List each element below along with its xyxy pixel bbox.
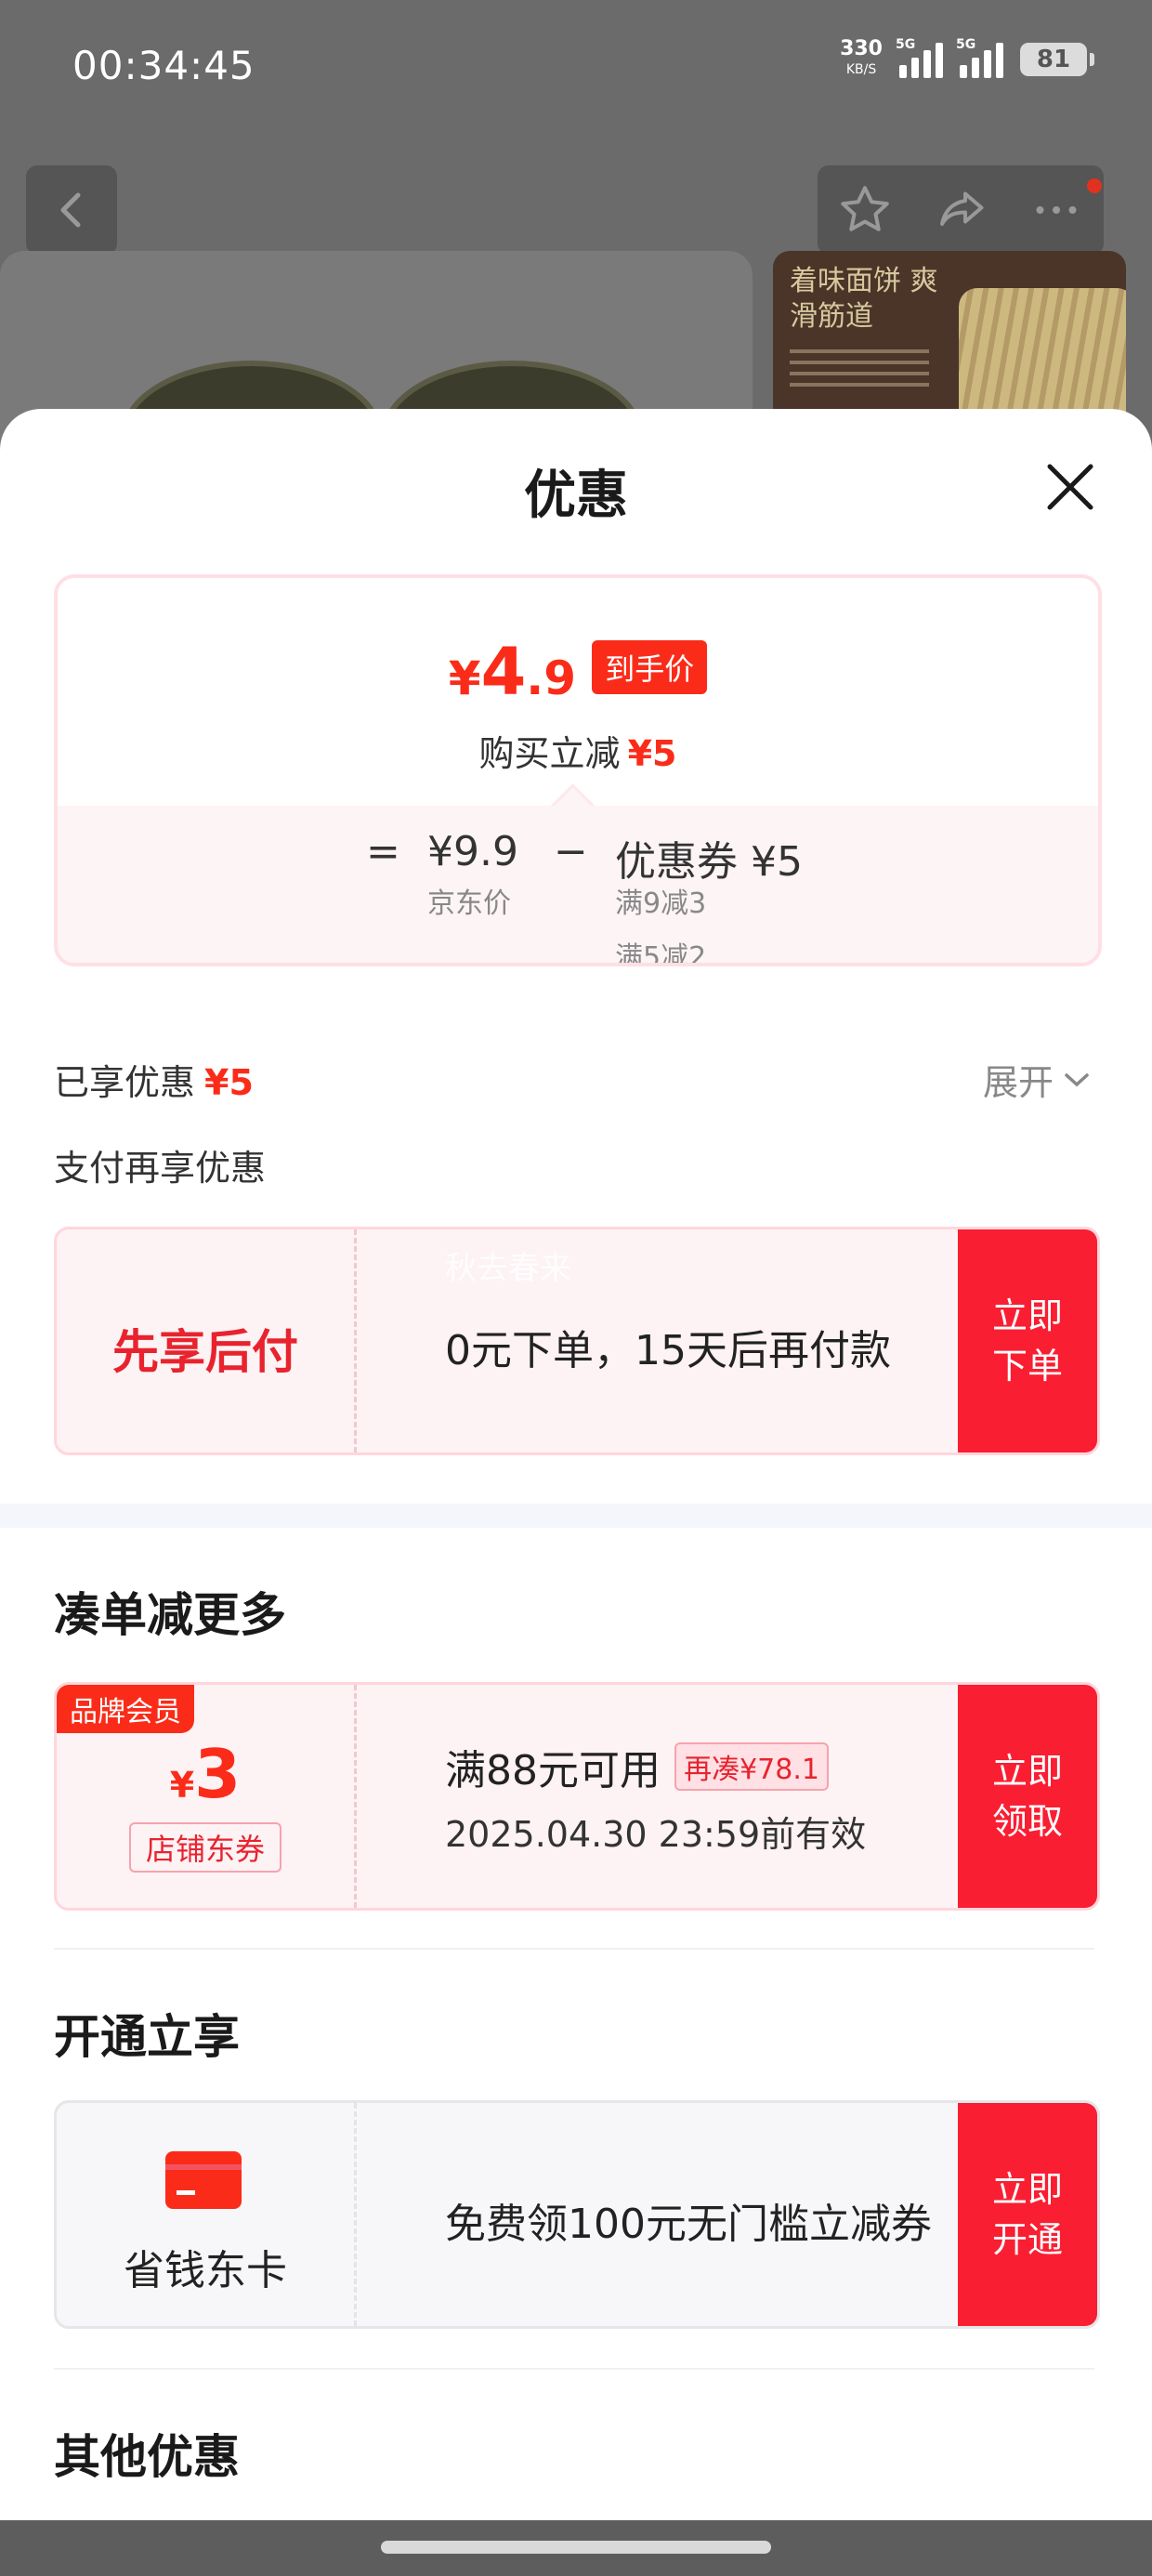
- section-divider: [0, 1504, 1152, 1528]
- status-bar: 00:34:45 330 KB/S 5G 5G 81: [0, 0, 1152, 139]
- store-coupon-body: 满88元可用 再凑¥78.1 2025.04.30 23:59前有效: [363, 1685, 958, 1908]
- pay-later-body: 秋去春来 0元下单，15天后再付款: [363, 1229, 958, 1452]
- claim-now-button[interactable]: 立即 领取: [958, 1685, 1097, 1908]
- back-button[interactable]: [26, 165, 117, 255]
- savings-card-desc: 免费领100元无门槛立减券: [445, 2201, 932, 2248]
- store-coupon-type: 店铺东券: [129, 1822, 281, 1873]
- store-coupon-left: 品牌会员 ¥3 店铺东券: [57, 1685, 357, 1908]
- claim-now-label: 立即 领取: [991, 1751, 1063, 1842]
- store-coupon-card: 品牌会员 ¥3 店铺东券 满88元可用 再凑¥78.1 2025.04.30 2…: [54, 1682, 1100, 1911]
- section-title-other: 其他优惠: [54, 2430, 240, 2484]
- network-speed-unit: KB/S: [845, 62, 877, 77]
- sheet-title: 优惠: [524, 466, 628, 526]
- thumbnail-text-lines: [790, 342, 948, 394]
- divider-line: [54, 1948, 1094, 1950]
- watermark: 秋去春来: [445, 1250, 571, 1287]
- price-formula: = ¥9.9 京东价 − 优惠券 ¥5 满9减3 满5减2: [58, 806, 1098, 963]
- section-title-bundle: 凑单减更多: [54, 1588, 286, 1642]
- order-now-label: 立即 下单: [991, 1295, 1063, 1387]
- price-breakdown-card: ¥4.9 到手价 购买立减 ¥5 = ¥9.9 京东价 − 优惠券 ¥5 满9减3…: [54, 574, 1102, 966]
- chevron-down-icon: [1065, 1072, 1089, 1086]
- instant-discount: 购买立减 ¥5: [58, 725, 1098, 776]
- expand-label: 展开: [983, 1062, 1054, 1103]
- more-icon[interactable]: [1028, 182, 1084, 238]
- battery-icon: 81: [1020, 43, 1094, 76]
- store-coupon-extra-tag: 再凑¥78.1: [674, 1742, 829, 1791]
- signal-1-tag: 5G: [896, 37, 916, 52]
- final-price-section: ¥4.9 到手价 购买立减 ¥5: [58, 578, 1098, 806]
- savings-card-name: 省钱东卡: [124, 2247, 287, 2294]
- savings-card-body: 免费领100元无门槛立减券: [363, 2103, 958, 2326]
- store-coupon-condition-row: 满88元可用 再凑¥78.1: [445, 1737, 829, 1796]
- open-now-button[interactable]: 立即 开通: [958, 2103, 1097, 2326]
- pay-more-label: 支付再享优惠: [54, 1148, 267, 1189]
- divider-line: [54, 2368, 1094, 2370]
- discount-sheet: 优惠 ¥4.9 到手价 购买立减 ¥5 = ¥9.9 京东价 − 优惠券 ¥5 满…: [0, 409, 1152, 2576]
- pay-later-title: 先享后付: [112, 1325, 298, 1379]
- final-price-currency: ¥: [448, 651, 481, 705]
- coupon-rule: 满9减3: [615, 887, 707, 920]
- signal-icon: 5G: [896, 37, 943, 78]
- open-now-label: 立即 开通: [991, 2169, 1063, 2260]
- final-price-dec: .9: [526, 651, 577, 705]
- pay-later-card: 先享后付 秋去春来 0元下单，15天后再付款 立即 下单: [54, 1227, 1100, 1455]
- notification-dot: [1087, 178, 1102, 193]
- signal-icon: 5G: [956, 37, 1003, 78]
- chevron-left-icon: [60, 192, 81, 228]
- instant-discount-label: 购买立减: [478, 733, 621, 774]
- instant-discount-value: ¥5: [627, 733, 677, 774]
- thumbnail-title: 着味面饼 爽滑筋道: [790, 265, 938, 333]
- jd-price-label: 京东价: [427, 887, 511, 920]
- pay-later-desc: 0元下单，15天后再付款: [445, 1327, 891, 1374]
- enjoyed-discount-value: ¥5: [204, 1062, 254, 1103]
- savings-card-left: 省钱东卡: [57, 2103, 357, 2326]
- status-time: 00:34:45: [72, 43, 255, 88]
- section-title-open: 开通立享: [54, 2010, 240, 2064]
- formula-equals: =: [366, 828, 400, 875]
- store-coupon-currency: ¥: [169, 1765, 195, 1806]
- coupon-rule: 满5减2: [615, 941, 707, 966]
- jd-price: ¥9.9: [427, 828, 518, 875]
- expand-toggle[interactable]: 展开: [983, 1054, 1091, 1105]
- coupon-amount: 优惠券 ¥5: [615, 838, 803, 886]
- store-coupon-validity: 2025.04.30 23:59前有效: [445, 1814, 867, 1855]
- final-price-tag: 到手价: [592, 640, 708, 694]
- store-coupon-condition: 满88元可用: [445, 1747, 661, 1794]
- order-now-button[interactable]: 立即 下单: [958, 1229, 1097, 1452]
- store-coupon-amount: ¥3: [57, 1735, 354, 1813]
- star-icon[interactable]: [837, 182, 893, 238]
- formula-minus: −: [554, 828, 588, 875]
- store-coupon-value: 3: [194, 1735, 242, 1813]
- network-speed: 330 KB/S: [840, 39, 883, 80]
- signal-2-tag: 5G: [956, 37, 976, 52]
- member-badge: 品牌会员: [57, 1685, 194, 1733]
- savings-card: 省钱东卡 免费领100元无门槛立减券 立即 开通: [54, 2100, 1100, 2329]
- home-indicator[interactable]: [381, 2541, 771, 2554]
- close-icon[interactable]: [1041, 457, 1100, 517]
- top-actions: [818, 165, 1104, 255]
- share-icon[interactable]: [933, 182, 988, 238]
- enjoyed-discount: 已享优惠 ¥5: [54, 1054, 254, 1105]
- final-price-int: 4: [480, 634, 527, 710]
- pay-later-left: 先享后付: [57, 1229, 357, 1452]
- final-price: ¥4.9 到手价: [58, 634, 1098, 710]
- card-icon: [165, 2151, 242, 2209]
- network-speed-value: 330: [840, 37, 883, 60]
- enjoyed-discount-label: 已享优惠: [54, 1062, 196, 1103]
- status-indicators: 330 KB/S 5G 5G 81: [840, 37, 1094, 80]
